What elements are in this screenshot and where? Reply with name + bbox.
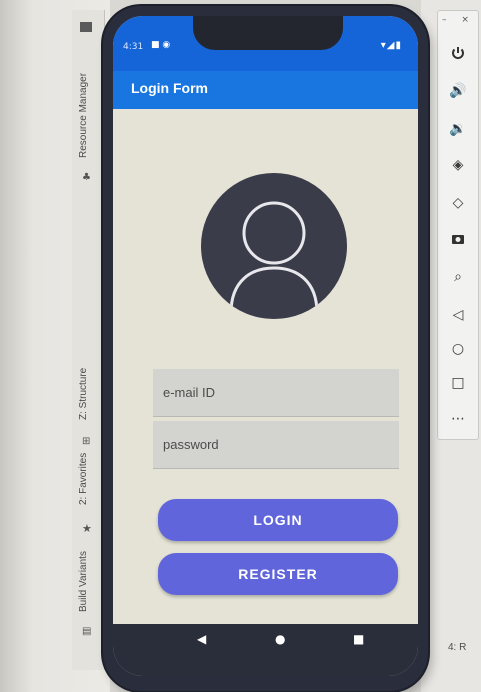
back-icon[interactable]: ◁	[446, 303, 470, 327]
email-field[interactable]: e-mail ID	[153, 369, 399, 417]
password-field[interactable]: password	[153, 421, 399, 469]
user-avatar-icon	[201, 173, 347, 319]
navigation-bar	[113, 624, 418, 676]
nav-home-icon[interactable]: ●	[275, 632, 285, 646]
status-time: 4:31	[123, 42, 144, 52]
nav-recents-icon[interactable]: ■	[353, 632, 364, 646]
favorites-star-icon: ★	[82, 522, 92, 535]
build-variants-icon: ▤	[82, 626, 92, 637]
structure-icon: ⊞	[82, 436, 91, 447]
rotate-right-icon[interactable]: ◇	[446, 191, 470, 215]
zoom-icon[interactable]: ⌕	[446, 265, 470, 289]
rotate-left-icon[interactable]: ◈	[446, 153, 470, 177]
nav-back-icon[interactable]: ◀	[197, 632, 206, 646]
emulator-window-controls[interactable]: – ×	[442, 15, 475, 25]
system-status-icons: ▾◢▮	[380, 40, 402, 51]
home-icon[interactable]: ○	[446, 337, 470, 361]
register-button[interactable]: REGISTER	[158, 553, 398, 595]
resource-manager-tab[interactable]: Resource Manager	[78, 73, 89, 158]
overview-icon[interactable]: □	[446, 371, 470, 395]
build-variants-tab[interactable]: Build Variants	[78, 551, 89, 612]
volume-up-icon[interactable]: 🔊	[446, 79, 470, 103]
phone-screen: 4:31 ■ ◉ ▾◢▮ Login Form e-mail ID passwo…	[113, 16, 418, 676]
notification-icons: ■ ◉	[151, 40, 171, 50]
power-icon[interactable]	[446, 41, 470, 65]
phone-frame: 4:31 ■ ◉ ▾◢▮ Login Form e-mail ID passwo…	[103, 6, 428, 691]
app-title: Login Form	[131, 80, 208, 96]
favorites-tab[interactable]: 2: Favorites	[78, 453, 89, 505]
project-folder-icon[interactable]	[80, 22, 92, 32]
camera-icon[interactable]	[446, 227, 470, 251]
ide-bottom-right-tab[interactable]: 4: R	[448, 642, 466, 653]
resource-manager-icon: ♣	[82, 172, 91, 183]
more-icon[interactable]: ⋯	[446, 407, 470, 431]
emulator-toolbar: – × 🔊 🔉 ◈ ◇ ⌕ ◁ ○ □ ⋯	[437, 10, 479, 440]
login-button[interactable]: LOGIN	[158, 499, 398, 541]
volume-down-icon[interactable]: 🔉	[446, 117, 470, 141]
camera-notch	[193, 16, 343, 50]
structure-tab[interactable]: Z: Structure	[78, 368, 89, 420]
